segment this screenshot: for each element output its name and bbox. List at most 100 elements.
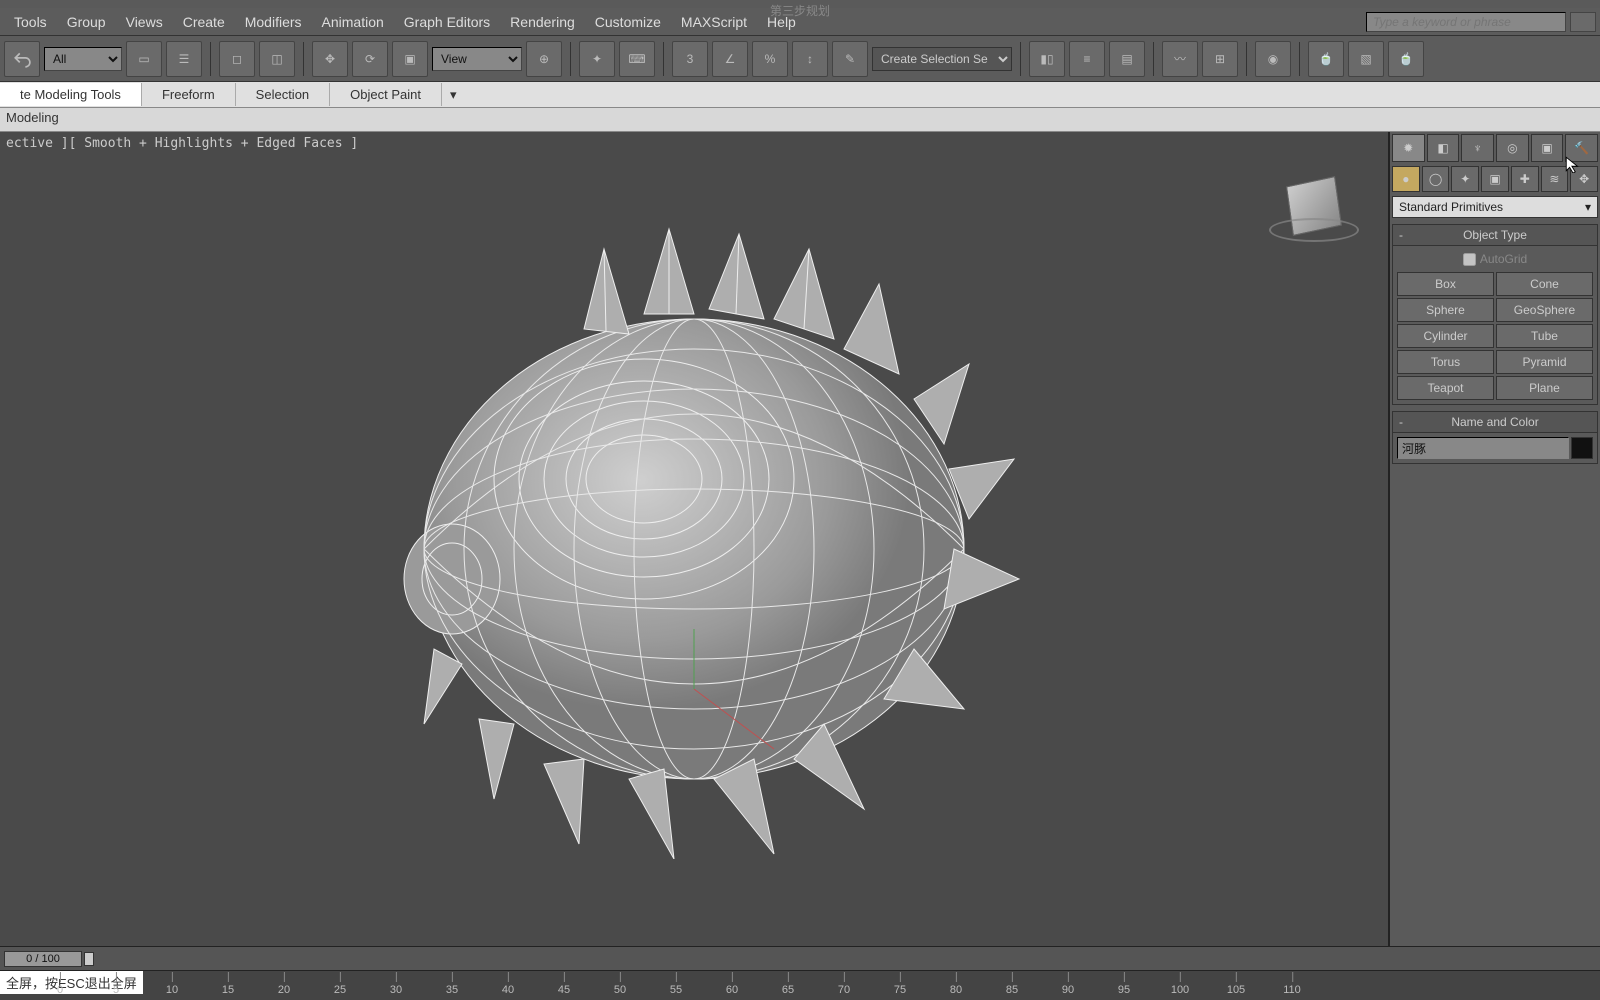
named-selection-dropdown[interactable]: Create Selection Se: [872, 47, 1012, 71]
time-slider-thumb-icon[interactable]: [84, 952, 94, 966]
menu-tools[interactable]: Tools: [4, 10, 57, 34]
keyboard-shortcut-icon[interactable]: ⌨: [619, 41, 655, 77]
undo-icon[interactable]: [4, 41, 40, 77]
object-name-input[interactable]: [1397, 437, 1569, 459]
scale-icon[interactable]: ▣: [392, 41, 428, 77]
primitive-geosphere-button[interactable]: GeoSphere: [1496, 298, 1593, 322]
timeline-ruler[interactable]: 全屏，按ESC退出全屏 0510152025303540455055606570…: [0, 970, 1600, 1000]
cmd-tab-modify-icon[interactable]: ◧: [1427, 134, 1460, 162]
viewport-label: ective ][ Smooth + Highlights + Edged Fa…: [6, 136, 358, 151]
curve-editor-icon[interactable]: 〰: [1162, 41, 1198, 77]
angle-snap-icon[interactable]: ∠: [712, 41, 748, 77]
primitive-torus-button[interactable]: Torus: [1397, 350, 1494, 374]
autogrid-label: AutoGrid: [1480, 252, 1527, 266]
primitive-category-label: Standard Primitives: [1399, 200, 1503, 214]
chevron-down-icon: ▾: [1585, 200, 1591, 214]
ruler-tick: 85: [1006, 984, 1018, 996]
time-slider-readout[interactable]: 0 / 100: [4, 951, 82, 967]
primitive-category-dropdown[interactable]: Standard Primitives ▾: [1392, 196, 1598, 218]
render-frame-icon[interactable]: ▧: [1348, 41, 1384, 77]
mirror-icon[interactable]: ▮▯: [1029, 41, 1065, 77]
subcat-geometry-icon[interactable]: ●: [1392, 166, 1420, 192]
rollout-name-color-header[interactable]: -Name and Color: [1393, 412, 1597, 433]
snap-3d-icon[interactable]: 3: [672, 41, 708, 77]
object-color-swatch[interactable]: [1571, 437, 1593, 459]
main-menu-bar: 第三步规划 Tools Group Views Create Modifiers…: [0, 8, 1600, 36]
ribbon-tab-selection[interactable]: Selection: [236, 83, 330, 106]
ref-coord-dropdown[interactable]: View: [432, 47, 522, 71]
select-manipulate-icon[interactable]: ✦: [579, 41, 615, 77]
primitive-sphere-button[interactable]: Sphere: [1397, 298, 1494, 322]
ribbon-tab-freeform[interactable]: Freeform: [142, 83, 236, 106]
cmd-tab-hierarchy-icon[interactable]: ♆: [1461, 134, 1494, 162]
ruler-tick: 25: [334, 984, 346, 996]
menu-create[interactable]: Create: [173, 10, 235, 34]
edit-named-sel-icon[interactable]: ✎: [832, 41, 868, 77]
selection-filter-dropdown[interactable]: All: [44, 47, 122, 71]
menu-rendering[interactable]: Rendering: [500, 10, 585, 34]
menu-views[interactable]: Views: [116, 10, 173, 34]
menu-animation[interactable]: Animation: [312, 10, 394, 34]
primitive-tube-button[interactable]: Tube: [1496, 324, 1593, 348]
ruler-tick: 20: [278, 984, 290, 996]
align-icon[interactable]: ≡: [1069, 41, 1105, 77]
subcat-lights-icon[interactable]: ✦: [1451, 166, 1479, 192]
primitive-pyramid-button[interactable]: Pyramid: [1496, 350, 1593, 374]
main-toolbar: All ▭ ☰ ◻ ◫ ✥ ⟳ ▣ View ⊕ ✦ ⌨ 3 ∠ % ↕ ✎ C…: [0, 36, 1600, 82]
app-title: 第三步规划: [770, 2, 830, 19]
window-crossing-icon[interactable]: ◫: [259, 41, 295, 77]
viewcube[interactable]: [1264, 156, 1364, 256]
ribbon-tab-modeling-tools[interactable]: te Modeling Tools: [0, 83, 142, 106]
primitive-cone-button[interactable]: Cone: [1496, 272, 1593, 296]
ruler-tick: 35: [446, 984, 458, 996]
ruler-tick: 65: [782, 984, 794, 996]
viewport-perspective[interactable]: ective ][ Smooth + Highlights + Edged Fa…: [0, 132, 1390, 946]
subcat-shapes-icon[interactable]: ◯: [1422, 166, 1450, 192]
menu-maxscript[interactable]: MAXScript: [671, 10, 757, 34]
primitive-teapot-button[interactable]: Teapot: [1397, 376, 1494, 400]
ribbon-tab-object-paint[interactable]: Object Paint: [330, 83, 442, 106]
primitive-cylinder-button[interactable]: Cylinder: [1397, 324, 1494, 348]
layers-icon[interactable]: ▤: [1109, 41, 1145, 77]
rollout-name-color-label: Name and Color: [1451, 415, 1538, 429]
ruler-tick: 60: [726, 984, 738, 996]
ruler-tick: 55: [670, 984, 682, 996]
search-go-button[interactable]: [1570, 12, 1596, 32]
select-object-icon[interactable]: ▭: [126, 41, 162, 77]
cmd-tab-create-icon[interactable]: ✹: [1392, 134, 1425, 162]
primitive-box-button[interactable]: Box: [1397, 272, 1494, 296]
ruler-tick: 100: [1171, 984, 1189, 996]
ruler-tick: 95: [1118, 984, 1130, 996]
fullscreen-hint: 全屏，按ESC退出全屏: [0, 971, 143, 994]
menu-graph-editors[interactable]: Graph Editors: [394, 10, 500, 34]
select-by-name-icon[interactable]: ☰: [166, 41, 202, 77]
render-prod-icon[interactable]: 🍵: [1388, 41, 1424, 77]
rollout-object-type-header[interactable]: -Object Type: [1393, 225, 1597, 246]
help-search-input[interactable]: [1366, 12, 1566, 32]
rotate-icon[interactable]: ⟳: [352, 41, 388, 77]
schematic-view-icon[interactable]: ⊞: [1202, 41, 1238, 77]
menu-customize[interactable]: Customize: [585, 10, 671, 34]
render-setup-icon[interactable]: 🍵: [1308, 41, 1344, 77]
subcat-helpers-icon[interactable]: ✚: [1511, 166, 1539, 192]
mouse-cursor-icon: [1564, 155, 1582, 173]
subcat-cameras-icon[interactable]: ▣: [1481, 166, 1509, 192]
autogrid-checkbox[interactable]: AutoGrid: [1397, 250, 1593, 272]
menu-modifiers[interactable]: Modifiers: [235, 10, 312, 34]
pivot-icon[interactable]: ⊕: [526, 41, 562, 77]
material-editor-icon[interactable]: ◉: [1255, 41, 1291, 77]
cmd-tab-display-icon[interactable]: ▣: [1531, 134, 1564, 162]
ruler-tick: 50: [614, 984, 626, 996]
move-icon[interactable]: ✥: [312, 41, 348, 77]
ruler-tick: 70: [838, 984, 850, 996]
percent-snap-icon[interactable]: %: [752, 41, 788, 77]
ribbon-panel-modeling[interactable]: Modeling: [0, 108, 1600, 132]
spinner-snap-icon[interactable]: ↕: [792, 41, 828, 77]
ribbon-dropdown-icon[interactable]: ▾: [442, 83, 465, 107]
primitive-plane-button[interactable]: Plane: [1496, 376, 1593, 400]
select-region-icon[interactable]: ◻: [219, 41, 255, 77]
cmd-tab-motion-icon[interactable]: ◎: [1496, 134, 1529, 162]
time-slider-bar[interactable]: 0 / 100: [0, 946, 1600, 970]
menu-group[interactable]: Group: [57, 10, 116, 34]
ruler-tick: 45: [558, 984, 570, 996]
